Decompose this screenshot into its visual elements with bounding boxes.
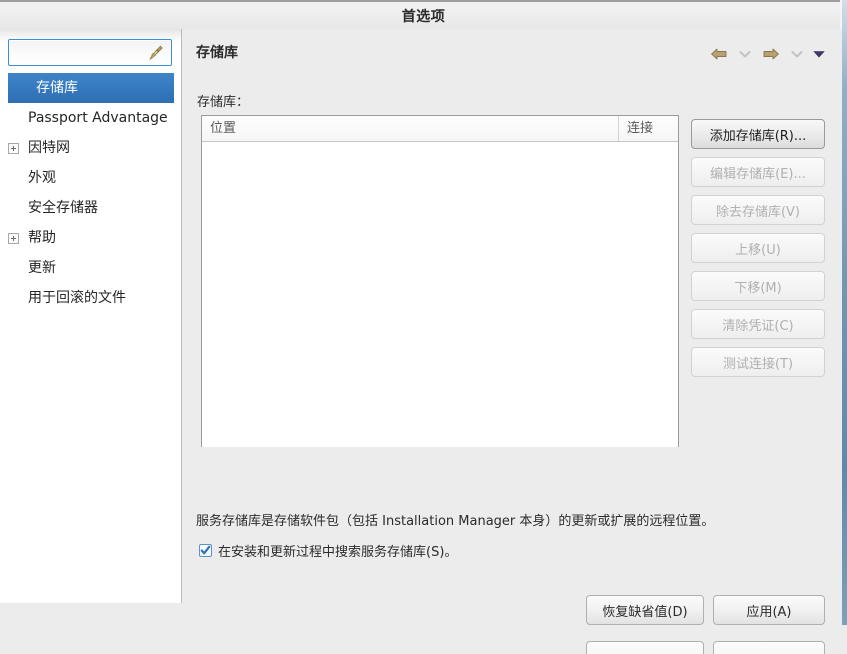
forward-arrow-icon[interactable] <box>756 42 786 66</box>
repository-actions: 添加存储库(R)... 编辑存储库(E)... 除去存储库(V) 上移(U) 下… <box>691 119 825 385</box>
sidebar-item-label: 更新 <box>28 260 56 276</box>
sidebar-item-label: 因特网 <box>28 140 70 156</box>
add-repository-button[interactable]: 添加存储库(R)... <box>691 119 825 149</box>
edit-repository-button: 编辑存储库(E)... <box>691 157 825 187</box>
sidebar-item-updates[interactable]: 更新 <box>0 253 181 283</box>
sidebar-item-label: 用于回滚的文件 <box>28 290 126 306</box>
preferences-nav-list: 存储库 Passport Advantage 因特网 外观 安全存储器 帮助 更… <box>0 73 181 313</box>
sidebar-item-label: 存储库 <box>36 80 78 96</box>
forward-history-chevron-down-icon[interactable] <box>786 42 808 66</box>
search-service-repositories-checkbox[interactable] <box>199 544 212 557</box>
back-arrow-icon[interactable] <box>704 42 734 66</box>
expand-plus-icon[interactable] <box>8 143 19 154</box>
sidebar-item-rollback-files[interactable]: 用于回滚的文件 <box>0 283 181 313</box>
table-header-row: 位置 连接 <box>202 116 678 142</box>
repositories-section-label: 存储库： <box>197 95 250 110</box>
clear-credentials-button: 清除凭证(C) <box>691 309 825 339</box>
back-history-chevron-down-icon[interactable] <box>734 42 756 66</box>
test-connection-button: 测试连接(T) <box>691 347 825 377</box>
move-down-button: 下移(M) <box>691 271 825 301</box>
sidebar-item-label: 帮助 <box>28 230 56 246</box>
menu-triangle-down-icon[interactable] <box>808 42 830 66</box>
sidebar-item-help[interactable]: 帮助 <box>0 223 181 253</box>
page-title: 存储库 <box>196 45 238 61</box>
expand-plus-icon[interactable] <box>8 233 19 244</box>
column-header-connection[interactable]: 连接 <box>619 116 680 141</box>
panel-history-toolbar <box>704 41 830 67</box>
broom-icon[interactable] <box>147 44 165 62</box>
ok-button-clipped[interactable] <box>586 641 704 654</box>
sidebar-item-secure-storage[interactable]: 安全存储器 <box>0 193 181 223</box>
restore-defaults-button[interactable]: 恢复缺省值(D) <box>586 595 704 625</box>
window-right-border <box>842 0 847 625</box>
remove-repository-button: 除去存储库(V) <box>691 195 825 225</box>
preferences-main-panel: 存储库 存储库： 位置 连接 添加存储库(R)... 编辑存储库(E)... 除… <box>183 29 842 654</box>
sidebar-item-repositories[interactable]: 存储库 <box>8 73 174 103</box>
search-service-repositories-label: 在安装和更新过程中搜索服务存储库(S)。 <box>218 545 458 560</box>
repositories-table[interactable]: 位置 连接 <box>201 115 679 447</box>
dialog-footer-clipped <box>183 641 842 654</box>
sidebar-item-passport-advantage[interactable]: Passport Advantage <box>0 103 181 133</box>
sidebar-filter <box>8 39 172 66</box>
sidebar-item-appearance[interactable]: 外观 <box>0 163 181 193</box>
window-titlebar: 首选项 <box>0 0 847 29</box>
preferences-window: 首选项 存储库 Passport Advantage 因特网 外观 安全存储器 … <box>0 0 847 654</box>
apply-button[interactable]: 应用(A) <box>713 595 825 625</box>
preferences-sidebar: 存储库 Passport Advantage 因特网 外观 安全存储器 帮助 更… <box>0 29 182 603</box>
column-header-location[interactable]: 位置 <box>202 116 619 141</box>
filter-text-input[interactable] <box>14 44 150 64</box>
sidebar-item-internet[interactable]: 因特网 <box>0 133 181 163</box>
move-up-button: 上移(U) <box>691 233 825 263</box>
cancel-button-clipped[interactable] <box>713 641 825 654</box>
sidebar-item-label: 外观 <box>28 170 56 186</box>
table-body-empty[interactable] <box>202 142 678 447</box>
panel-footer-buttons: 恢复缺省值(D) 应用(A) <box>183 581 842 625</box>
filter-field-box[interactable] <box>8 39 172 66</box>
sidebar-item-label: Passport Advantage <box>28 110 168 126</box>
repositories-description: 服务存储库是存储软件包（包括 Installation Manager 本身）的… <box>196 514 715 529</box>
window-title: 首选项 <box>401 9 446 25</box>
sidebar-item-label: 安全存储器 <box>28 200 98 216</box>
search-service-repositories-row[interactable]: 在安装和更新过程中搜索服务存储库(S)。 <box>199 541 457 560</box>
